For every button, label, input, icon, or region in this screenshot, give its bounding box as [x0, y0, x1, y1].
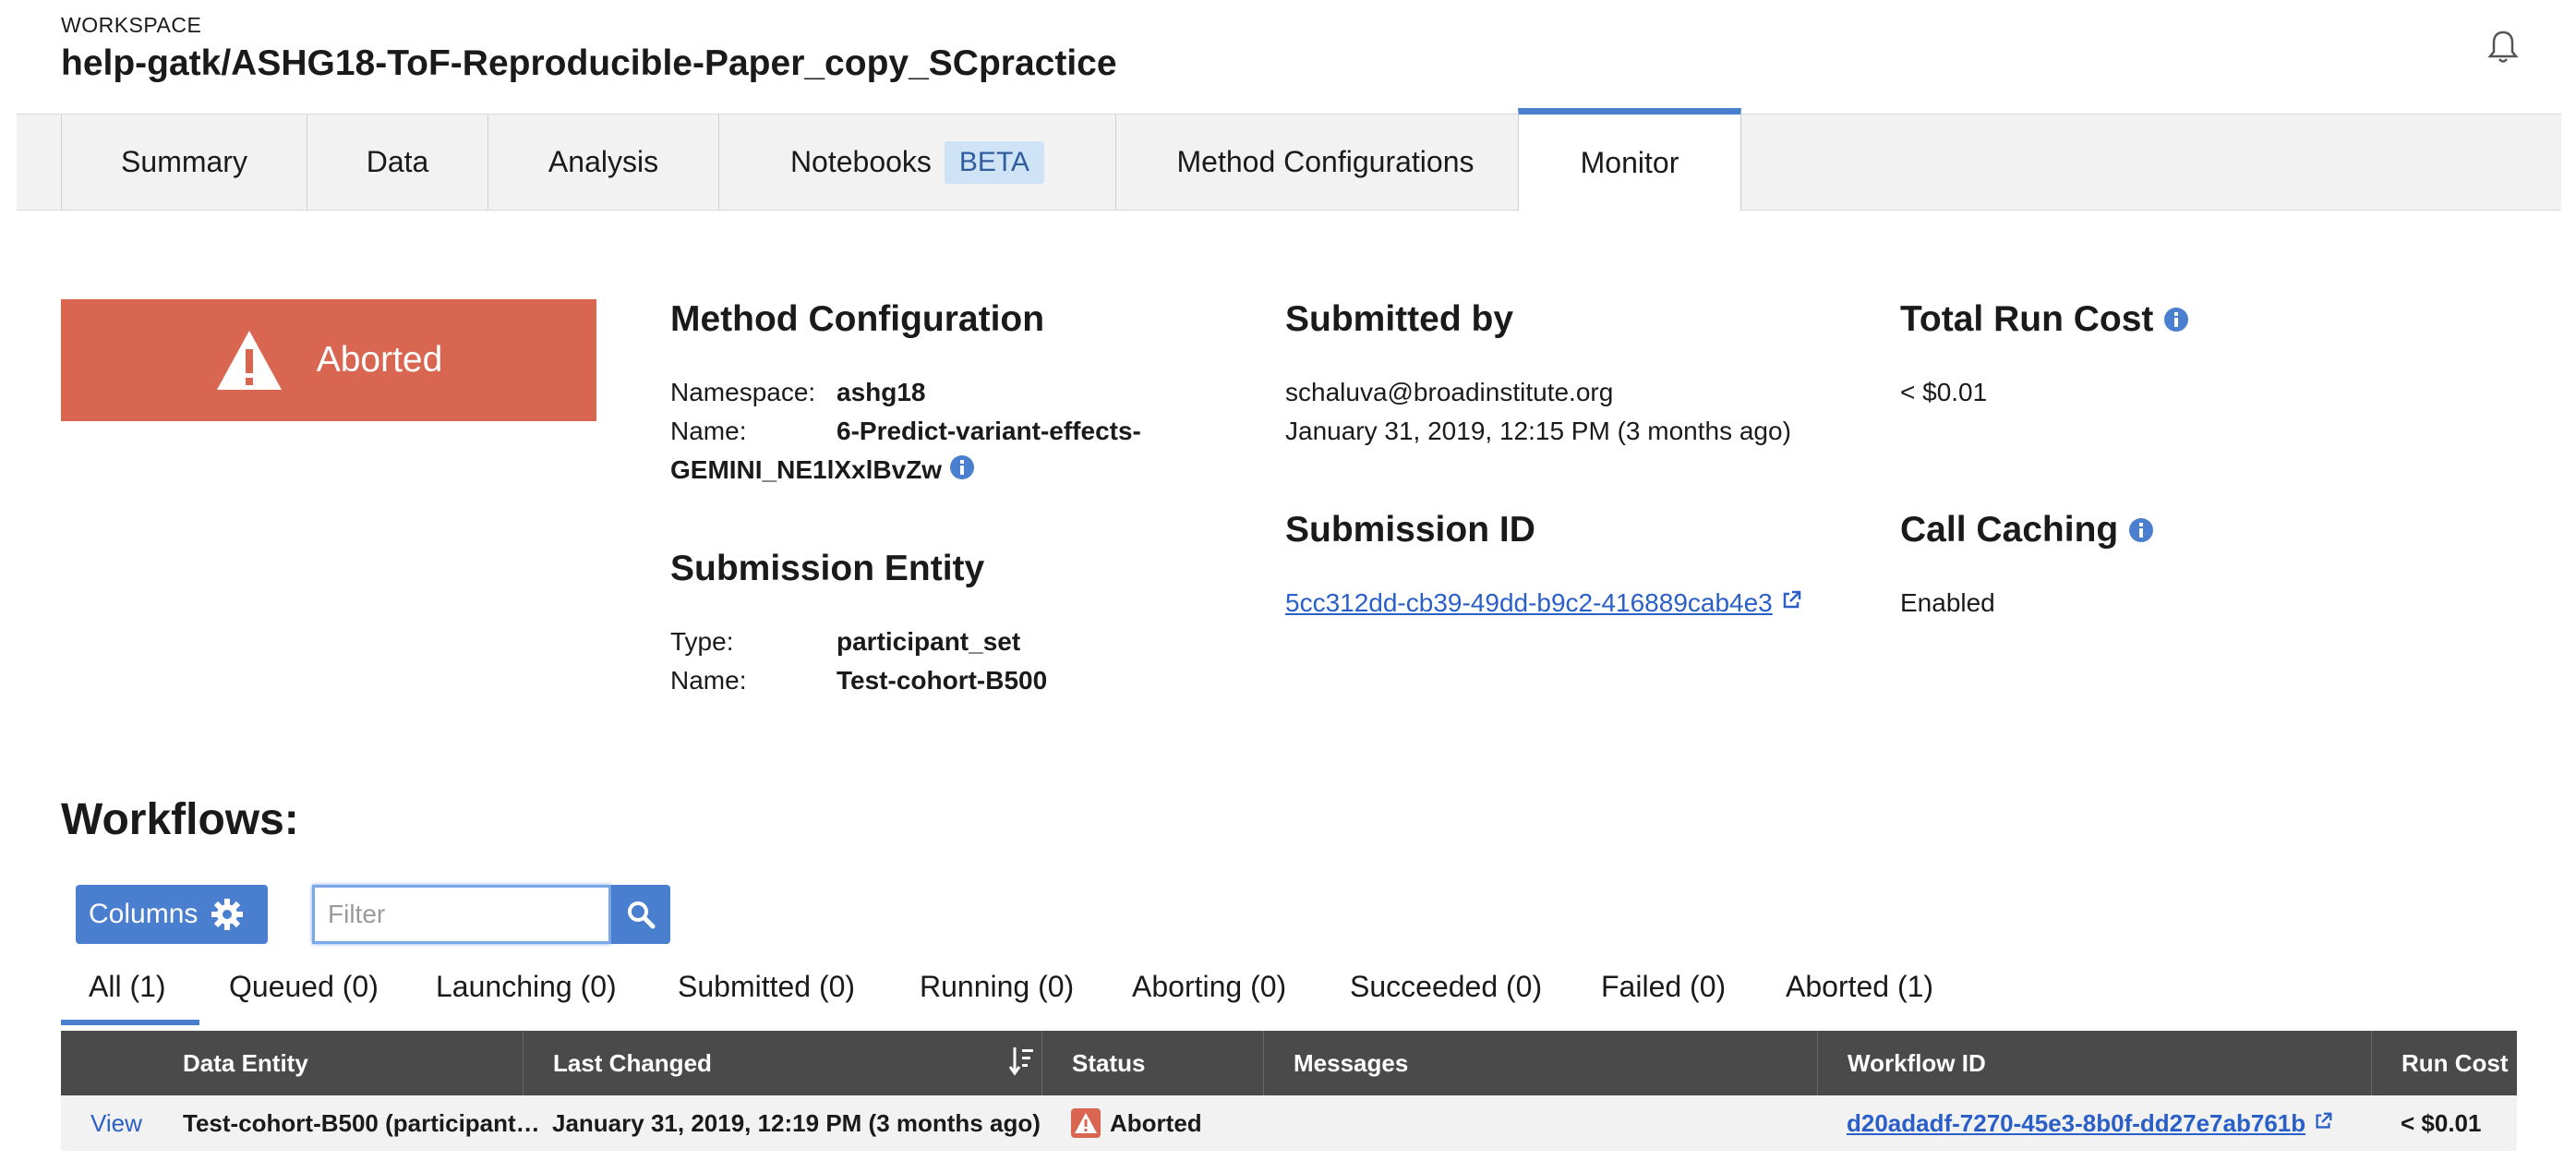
beta-badge: BETA	[944, 140, 1045, 184]
call-caching-label: Call Caching	[1900, 510, 2119, 550]
column-header-data-entity[interactable]: Data Entity	[153, 1031, 584, 1095]
tab-data[interactable]: Data	[307, 115, 488, 210]
workflows-title: Workflows:	[61, 795, 299, 844]
filter-input[interactable]	[312, 885, 611, 944]
filter-tab-running[interactable]: Running (0)	[920, 961, 1074, 1025]
entity-name-key: Name:	[670, 666, 747, 695]
column-header-status[interactable]: Status	[1041, 1031, 1263, 1095]
columns-button-label: Columns	[89, 899, 199, 929]
type-key: Type:	[670, 627, 734, 656]
workspace-name: help-gatk/ASHG18-ToF-Reproducible-Paper_…	[61, 43, 1117, 83]
tab-notebooks[interactable]: Notebooks BETA	[718, 115, 1115, 210]
method-name: Name: 6-Predict-variant-effects- GEMINI_N…	[670, 412, 1224, 491]
info-icon[interactable]	[949, 453, 975, 491]
tab-method-configurations[interactable]: Method Configurations	[1115, 115, 1535, 210]
external-link-icon[interactable]	[1780, 588, 1802, 617]
tab-analysis[interactable]: Analysis	[488, 115, 718, 210]
workspace-tabs: Summary Data Analysis Notebooks BETA Met…	[17, 108, 2561, 211]
column-header-last-changed[interactable]: Last Changed	[523, 1031, 1045, 1095]
column-header-run-cost[interactable]: Run Cost	[2371, 1031, 2517, 1095]
tab-data-label: Data	[366, 145, 429, 178]
sort-descending-icon[interactable]	[1008, 1046, 1034, 1083]
tab-method-configurations-label: Method Configurations	[1176, 145, 1475, 178]
tab-summary-label: Summary	[121, 145, 247, 178]
workflows-table: Data Entity Last Changed Status Messages…	[61, 1031, 2517, 1151]
search-button[interactable]	[611, 885, 670, 944]
row-messages	[1263, 1095, 1293, 1151]
total-run-cost-label: Total Run Cost	[1900, 299, 2154, 339]
submitted-by-title: Submitted by	[1285, 299, 1514, 339]
entity-type: Type: participant_set	[670, 623, 1020, 661]
aborted-status-icon	[1071, 1108, 1101, 1138]
filter-tab-submitted[interactable]: Submitted (0)	[678, 961, 855, 1025]
tab-summary[interactable]: Summary	[61, 115, 307, 210]
row-run-cost: < $0.01	[2401, 1108, 2482, 1137]
submission-id: 5cc312dd-cb39-49dd-b9c2-416889cab4e3	[1285, 584, 1802, 623]
total-run-cost-value: < $0.01	[1900, 378, 1988, 406]
bell-icon[interactable]	[2487, 30, 2519, 65]
table-row: View Test-cohort-B500 (participant… Janu…	[61, 1095, 2517, 1151]
status-label: Aborted	[316, 340, 443, 380]
method-namespace: Namespace: ashg18	[670, 373, 926, 412]
external-link-icon[interactable]	[2313, 1109, 2333, 1138]
table-header: Data Entity Last Changed Status Messages…	[61, 1031, 2517, 1095]
info-icon[interactable]	[2128, 512, 2154, 552]
tab-notebooks-label: Notebooks	[789, 145, 932, 178]
column-header-messages[interactable]: Messages	[1263, 1031, 1817, 1095]
method-configuration-title: Method Configuration	[670, 299, 1045, 339]
tab-monitor-label: Monitor	[1580, 145, 1679, 179]
name-key: Name:	[670, 417, 747, 445]
column-header-workflow-id[interactable]: Workflow ID	[1817, 1031, 2371, 1095]
submission-entity-title: Submission Entity	[670, 549, 985, 588]
tab-monitor[interactable]: Monitor	[1518, 108, 1741, 211]
name-value-line1: 6-Predict-variant-effects-	[837, 417, 1141, 445]
row-last-changed: January 31, 2019, 12:19 PM (3 months ago…	[552, 1108, 1041, 1137]
filter-tab-aborting[interactable]: Aborting (0)	[1132, 961, 1286, 1025]
filter-tab-all[interactable]: All (1)	[61, 961, 199, 1025]
entity-name: Name: Test-cohort-B500	[670, 661, 1047, 700]
submitter-email: schaluva@broadinstitute.org	[1285, 378, 1614, 406]
submission-date: January 31, 2019, 12:15 PM (3 months ago…	[1285, 417, 1791, 445]
call-caching-value: Enabled	[1900, 588, 1995, 617]
filter-tab-succeeded[interactable]: Succeeded (0)	[1350, 961, 1542, 1025]
view-link-label[interactable]: View	[90, 1109, 142, 1138]
entity-name-value: Test-cohort-B500	[837, 666, 1048, 695]
gear-icon	[211, 899, 244, 930]
row-status: Aborted	[1041, 1095, 1202, 1151]
filter-tab-launching[interactable]: Launching (0)	[436, 961, 617, 1025]
type-value: participant_set	[837, 627, 1021, 656]
search-icon	[628, 901, 656, 929]
filter-group	[312, 885, 672, 944]
status-banner: Aborted	[61, 299, 596, 421]
namespace-key: Namespace:	[670, 378, 816, 406]
submission-id-link[interactable]: 5cc312dd-cb39-49dd-b9c2-416889cab4e3	[1285, 588, 1773, 617]
row-data-entity: Test-cohort-B500 (participant…	[183, 1108, 540, 1137]
info-icon[interactable]	[2163, 301, 2189, 342]
total-run-cost-title: Total Run Cost	[1900, 299, 2189, 342]
columns-button[interactable]: Columns	[76, 885, 268, 944]
tab-analysis-label: Analysis	[548, 145, 659, 178]
workspace-header: WORKSPACE help-gatk/ASHG18-ToF-Reproduci…	[61, 13, 1117, 84]
view-link[interactable]: View	[61, 1095, 142, 1151]
submission-id-title: Submission ID	[1285, 510, 1535, 550]
row-workflow-id: d20adadf-7270-45e3-8b0f-dd27e7ab761b	[1817, 1095, 2333, 1151]
filter-tab-aborted[interactable]: Aborted (1)	[1786, 961, 1933, 1025]
last-changed-label: Last Changed	[553, 1048, 712, 1077]
filter-tab-failed[interactable]: Failed (0)	[1601, 961, 1726, 1025]
filter-tab-queued[interactable]: Queued (0)	[229, 961, 379, 1025]
workflow-id-link[interactable]: d20adadf-7270-45e3-8b0f-dd27e7ab761b	[1847, 1109, 2305, 1138]
row-status-label: Aborted	[1110, 1108, 1202, 1137]
call-caching-title: Call Caching	[1900, 510, 2154, 552]
warning-icon	[216, 331, 282, 390]
namespace-value: ashg18	[837, 378, 926, 406]
name-value-line2: GEMINI_NE1lXxlBvZw	[670, 455, 943, 484]
workspace-label: WORKSPACE	[61, 13, 202, 37]
